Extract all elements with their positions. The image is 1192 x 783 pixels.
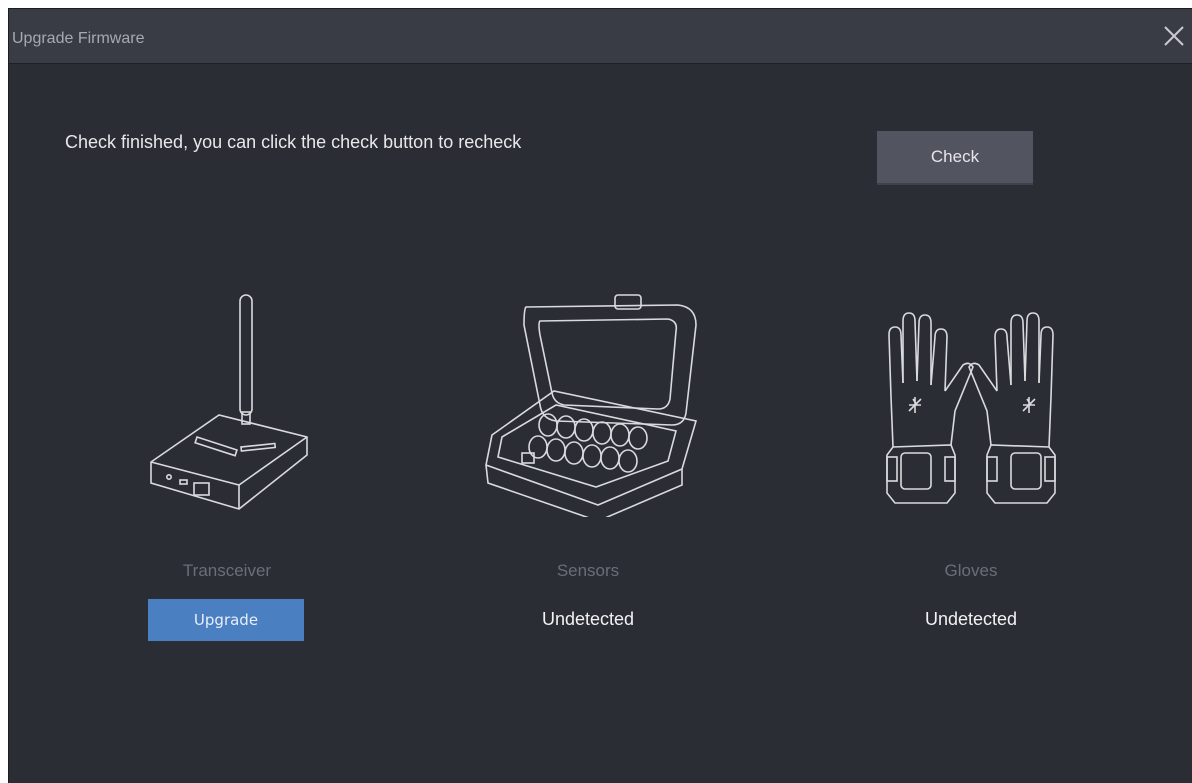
upgrade-button[interactable]: Upgrade <box>148 599 304 641</box>
device-name-gloves: Gloves <box>944 561 998 580</box>
status-message: Check finished, you can click the check … <box>65 132 522 152</box>
device-name-sensors: Sensors <box>556 561 620 580</box>
upgrade-firmware-dialog: Upgrade Firmware Check finished, you can… <box>8 8 1192 783</box>
dialog-title: Upgrade Firmware <box>12 30 145 47</box>
device-sensors: Sensors Undetected <box>468 287 708 629</box>
device-name-transceiver: Transceiver <box>182 561 272 580</box>
status-sensors: Undetected <box>541 609 635 629</box>
check-button[interactable]: Check <box>877 131 1033 185</box>
close-icon <box>1164 26 1184 46</box>
gloves-icon <box>886 312 1056 504</box>
sensors-case-icon <box>485 294 698 517</box>
title-bar: Upgrade Firmware <box>9 9 1192 64</box>
status-gloves: Undetected <box>924 609 1018 629</box>
device-gloves: Gloves Undetected <box>851 287 1091 629</box>
close-button[interactable] <box>1160 22 1188 50</box>
device-transceiver: Transceiver Upgrade <box>107 287 347 641</box>
transceiver-icon <box>150 294 308 510</box>
